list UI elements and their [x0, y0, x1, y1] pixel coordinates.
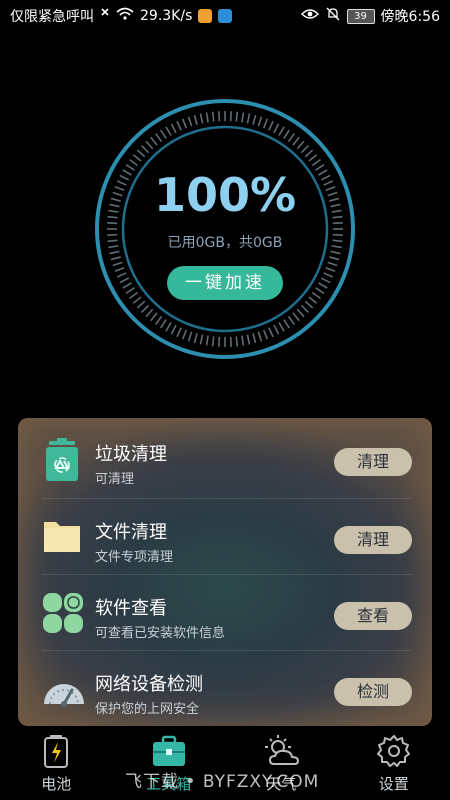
- mute-bell-icon: [325, 6, 341, 26]
- tool-title: 文件清理: [95, 522, 167, 543]
- nav-label: 电池: [41, 775, 72, 793]
- boost-button[interactable]: 一键加速: [167, 266, 283, 300]
- tool-subtitle: 可清理: [95, 472, 135, 487]
- tool-subtitle: 可查看已安装软件信息: [95, 626, 226, 641]
- tool-title: 软件查看: [95, 598, 167, 619]
- battery-icon: 39: [346, 8, 375, 24]
- tool-row-network[interactable]: 网络设备检测 保护您的上网安全 检测: [18, 648, 432, 723]
- tool-row-junk[interactable]: 垃圾清理 可清理 清理: [18, 418, 432, 493]
- tool-row-files[interactable]: 文件清理 文件专项清理 清理: [18, 496, 432, 571]
- app-notification-icon: [218, 9, 233, 23]
- clean-files-button[interactable]: 清理: [334, 526, 412, 554]
- carrier-text: 仅限紧急呼叫: [10, 9, 94, 25]
- weather-icon: [264, 734, 300, 768]
- tool-title: 垃圾清理: [95, 444, 167, 465]
- folder-icon: [42, 516, 82, 556]
- app-notification-icon: [198, 9, 213, 23]
- dial-center: 100% 已用0GB，共0GB 一键加速: [94, 98, 356, 360]
- memory-usage: 已用0GB，共0GB: [167, 235, 283, 251]
- view-apps-button[interactable]: 查看: [334, 602, 412, 630]
- tools-card: 垃圾清理 可清理 清理 文件清理 文件专项清理 清理 软件查看 可查看已安装软件…: [18, 418, 432, 726]
- clean-junk-button[interactable]: 清理: [334, 448, 412, 476]
- toolbox-icon: [152, 734, 186, 768]
- tool-title: 网络设备检测: [95, 674, 203, 695]
- speed-gauge-icon: [42, 668, 84, 708]
- gear-icon: [376, 734, 411, 768]
- network-speed: 29.3K/s: [140, 8, 193, 24]
- clock: 傍晚6:56: [380, 9, 440, 25]
- nav-item-settings[interactable]: 设置: [338, 726, 450, 800]
- nav-label: 工具箱: [146, 775, 192, 793]
- nav-label: 天气: [266, 775, 297, 793]
- tool-row-apps[interactable]: 软件查看 可查看已安装软件信息 查看: [18, 572, 432, 647]
- memory-percent: 100%: [153, 168, 297, 222]
- wifi-icon: [116, 7, 134, 25]
- nav-label: 设置: [378, 775, 409, 793]
- bottom-nav: 电池 工具箱 天气 设置: [0, 726, 450, 800]
- nav-item-weather[interactable]: 天气: [225, 726, 338, 800]
- tool-subtitle: 文件专项清理: [95, 550, 174, 565]
- nav-item-toolbox[interactable]: 工具箱: [113, 726, 226, 800]
- signal-off-icon: [100, 7, 110, 25]
- status-bar: 仅限紧急呼叫 29.3K/s 39 傍晚6:56: [0, 0, 450, 32]
- detect-network-button[interactable]: 检测: [334, 678, 412, 706]
- apps-grid-icon: [42, 592, 83, 633]
- tool-subtitle: 保护您的上网安全: [95, 702, 200, 717]
- battery-icon: [39, 734, 73, 768]
- trash-recycle-icon: [42, 438, 82, 481]
- eye-icon: [300, 8, 319, 24]
- nav-item-battery[interactable]: 电池: [0, 726, 113, 800]
